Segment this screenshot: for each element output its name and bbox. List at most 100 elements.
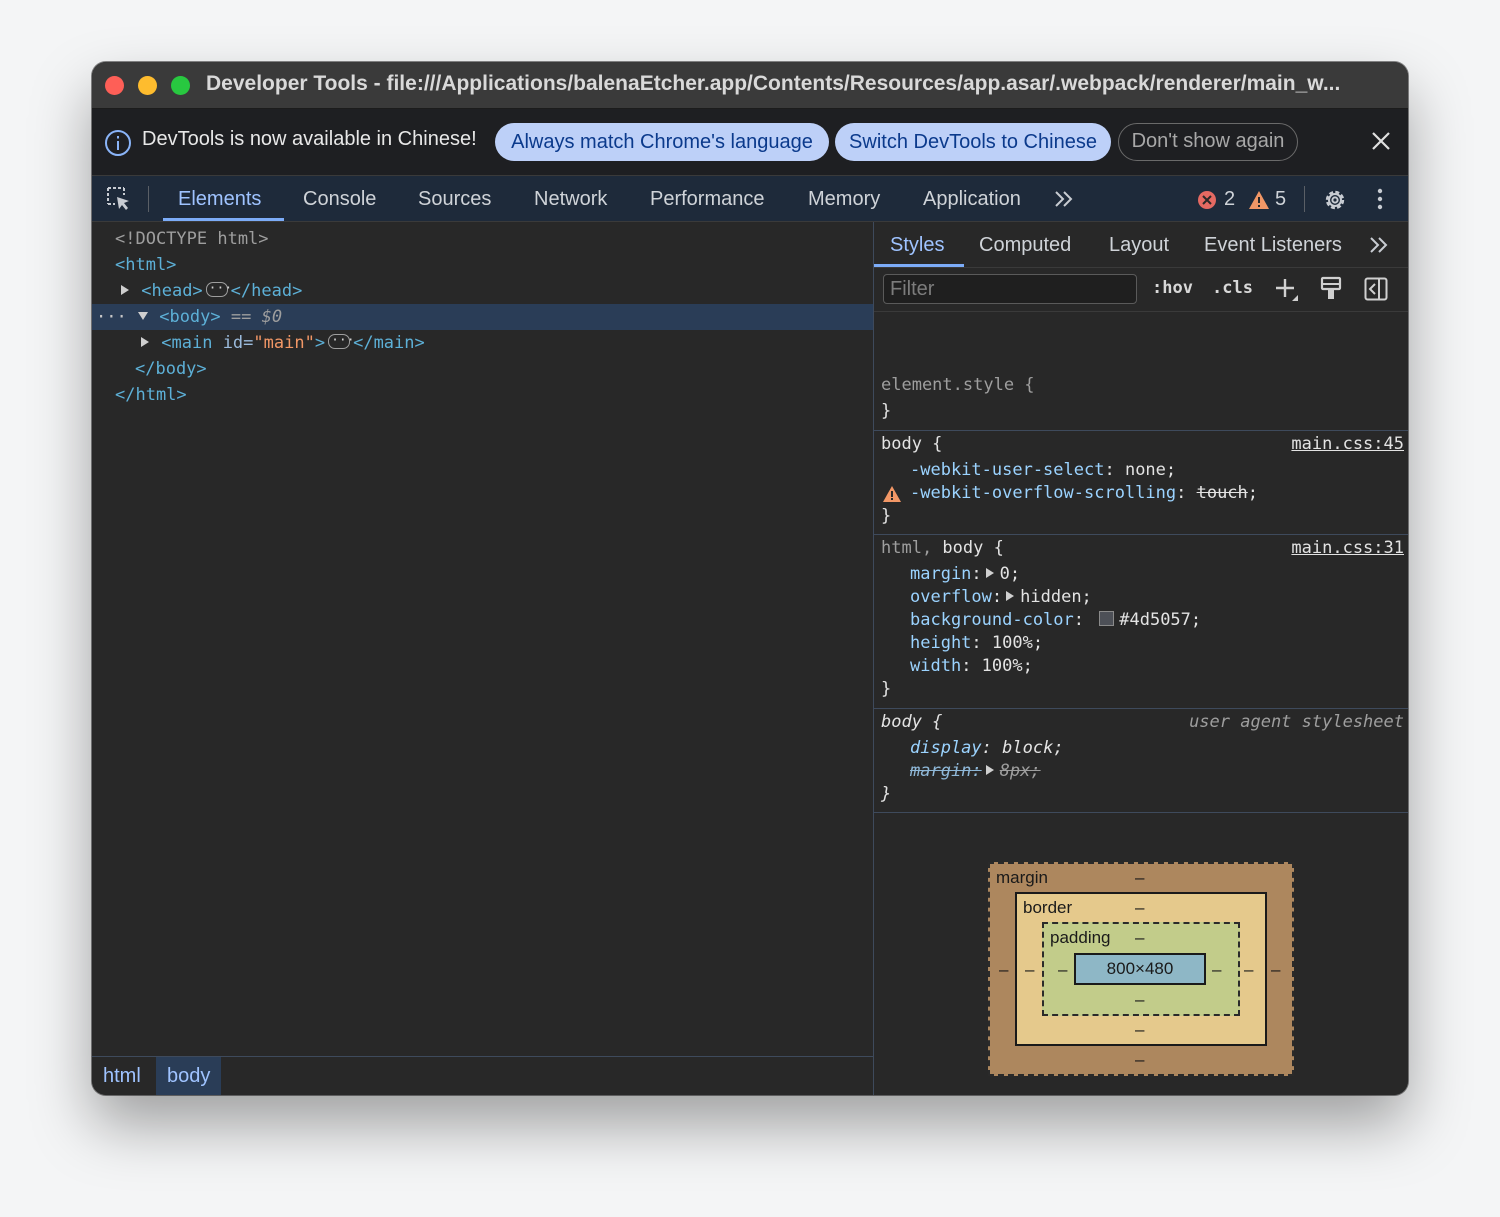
breadcrumb-html[interactable]: html: [92, 1057, 152, 1095]
styles-filter-input[interactable]: [883, 274, 1137, 304]
css-declaration[interactable]: margin: 0;: [910, 564, 1020, 584]
body-rule-selector[interactable]: body {: [881, 434, 942, 454]
rule-divider: [874, 708, 1408, 709]
padding-top-value[interactable]: –: [1135, 928, 1144, 948]
paint-brush-icon[interactable]: [1320, 276, 1342, 307]
main-tab-bar: Elements Console Sources Network Perform…: [92, 176, 1408, 222]
warning-icon[interactable]: [1248, 190, 1270, 215]
dom-html-close[interactable]: </html>: [115, 382, 187, 408]
dom-body-node[interactable]: ··· <body> == $0: [96, 304, 282, 330]
border-top-value[interactable]: –: [1135, 898, 1144, 918]
toolbar-divider: [148, 186, 149, 212]
dom-body-close[interactable]: </body>: [135, 356, 207, 382]
more-options-icon[interactable]: [1376, 188, 1384, 215]
error-count[interactable]: 2: [1224, 188, 1235, 211]
css-declaration[interactable]: -webkit-overflow-scrolling: touch;: [910, 483, 1258, 503]
info-icon: [104, 129, 132, 162]
close-infobar-icon[interactable]: [1371, 131, 1391, 156]
more-subtabs-icon[interactable]: [1368, 235, 1390, 260]
elements-tree-panel: <!DOCTYPE html> <html> <head> </head> ···…: [92, 222, 873, 1056]
dom-head-node[interactable]: <head> </head>: [119, 276, 302, 304]
tab-sources[interactable]: Sources: [418, 188, 491, 211]
css-declaration[interactable]: width: 100%;: [910, 656, 1033, 676]
padding-bottom-value[interactable]: –: [1135, 990, 1144, 1010]
styles-toolbar: :hov .cls: [874, 268, 1408, 312]
padding-left-value[interactable]: –: [1058, 960, 1067, 980]
rule-close-brace: }: [881, 784, 892, 804]
new-style-rule-icon[interactable]: [1274, 277, 1300, 308]
settings-gear-icon[interactable]: [1322, 187, 1348, 218]
ua-body-rule-selector[interactable]: body {: [881, 712, 942, 732]
more-tabs-icon[interactable]: [1053, 189, 1075, 214]
tab-memory[interactable]: Memory: [808, 188, 880, 211]
tab-application[interactable]: Application: [923, 188, 1021, 211]
css-declaration[interactable]: height: 100%;: [910, 633, 1043, 653]
border-right-value[interactable]: –: [1244, 960, 1253, 980]
padding-right-value[interactable]: –: [1212, 960, 1221, 980]
tab-styles[interactable]: Styles: [890, 234, 944, 257]
border-bottom-value[interactable]: –: [1135, 1020, 1144, 1040]
dom-main-node[interactable]: <main id="main"></main>: [139, 328, 425, 356]
margin-top-value[interactable]: –: [1135, 868, 1144, 888]
cls-toggle-button[interactable]: .cls: [1212, 278, 1253, 298]
body-rule-source-link[interactable]: main.css:45: [1291, 434, 1404, 454]
hov-toggle-button[interactable]: :hov: [1152, 278, 1193, 298]
rule-divider: [874, 430, 1408, 431]
infobar-message: DevTools is now available in Chinese!: [142, 128, 477, 150]
html-body-rule-source-link[interactable]: main.css:31: [1291, 538, 1404, 558]
tab-performance[interactable]: Performance: [650, 188, 765, 211]
collapsed-ellipsis-icon[interactable]: [328, 328, 355, 354]
rule-close-brace: }: [881, 506, 892, 526]
head-open-tag: <head>: [141, 281, 203, 301]
expand-arrow-icon[interactable]: [139, 333, 151, 353]
expand-shorthand-icon: [985, 568, 994, 578]
tab-elements[interactable]: Elements: [178, 188, 261, 211]
rule-divider: [874, 812, 1408, 813]
warning-count[interactable]: 5: [1275, 188, 1286, 211]
minimize-window-button[interactable]: [138, 76, 157, 95]
toggle-sidebar-icon[interactable]: [1364, 277, 1388, 306]
styles-sidebar: Styles Computed Layout Event Listeners :…: [874, 222, 1408, 1095]
tab-network[interactable]: Network: [534, 188, 607, 211]
tab-computed[interactable]: Computed: [979, 234, 1071, 257]
dom-html-open[interactable]: <html>: [115, 252, 176, 278]
switch-to-chinese-button[interactable]: Switch DevTools to Chinese: [835, 123, 1111, 161]
css-declaration[interactable]: -webkit-user-select: none;: [910, 460, 1176, 480]
css-declaration[interactable]: display: block;: [910, 738, 1064, 758]
css-declaration-overridden[interactable]: margin: 8px;: [910, 761, 1041, 781]
breadcrumb-body[interactable]: body: [156, 1057, 222, 1095]
margin-right-value[interactable]: –: [1271, 960, 1280, 980]
collapse-arrow-icon[interactable]: [137, 307, 149, 327]
ua-stylesheet-source: user agent stylesheet: [1189, 712, 1404, 732]
maximize-window-button[interactable]: [171, 76, 190, 95]
margin-bottom-value[interactable]: –: [1135, 1050, 1144, 1070]
tab-event-listeners[interactable]: Event Listeners: [1204, 234, 1342, 257]
error-icon[interactable]: [1197, 190, 1217, 215]
breadcrumb: html body: [92, 1056, 873, 1095]
element-style-selector[interactable]: element.style {: [881, 375, 1035, 395]
devtools-window: Developer Tools - file:///Applications/b…: [92, 62, 1408, 1095]
main-close-tag: </main>: [353, 333, 425, 353]
tab-layout[interactable]: Layout: [1109, 234, 1169, 257]
always-match-language-button[interactable]: Always match Chrome's language: [495, 123, 829, 161]
sidebar-tab-bar: Styles Computed Layout Event Listeners: [874, 222, 1408, 268]
inspect-element-icon[interactable]: [106, 186, 132, 217]
margin-left-value[interactable]: –: [999, 960, 1008, 980]
css-declaration[interactable]: background-color: #4d5057;: [910, 610, 1201, 630]
expand-arrow-icon[interactable]: [119, 281, 131, 301]
window-title: Developer Tools - file:///Applications/b…: [206, 72, 1341, 95]
css-declaration[interactable]: overflow: hidden;: [910, 587, 1092, 607]
expand-shorthand-icon: [1006, 591, 1015, 601]
collapsed-ellipsis-icon[interactable]: [205, 276, 232, 302]
color-swatch[interactable]: [1099, 610, 1115, 626]
dont-show-again-button[interactable]: Don't show again: [1118, 123, 1298, 161]
dom-doctype[interactable]: <!DOCTYPE html>: [115, 226, 269, 252]
html-body-rule-selector[interactable]: html, body {: [881, 538, 1004, 558]
title-bar: Developer Tools - file:///Applications/b…: [92, 62, 1408, 109]
border-left-value[interactable]: –: [1025, 960, 1034, 980]
tab-console[interactable]: Console: [303, 188, 376, 211]
box-model-content[interactable]: 800×480: [1074, 953, 1206, 985]
close-window-button[interactable]: [105, 76, 124, 95]
padding-label: padding: [1050, 928, 1111, 947]
warning-icon[interactable]: [882, 485, 902, 508]
